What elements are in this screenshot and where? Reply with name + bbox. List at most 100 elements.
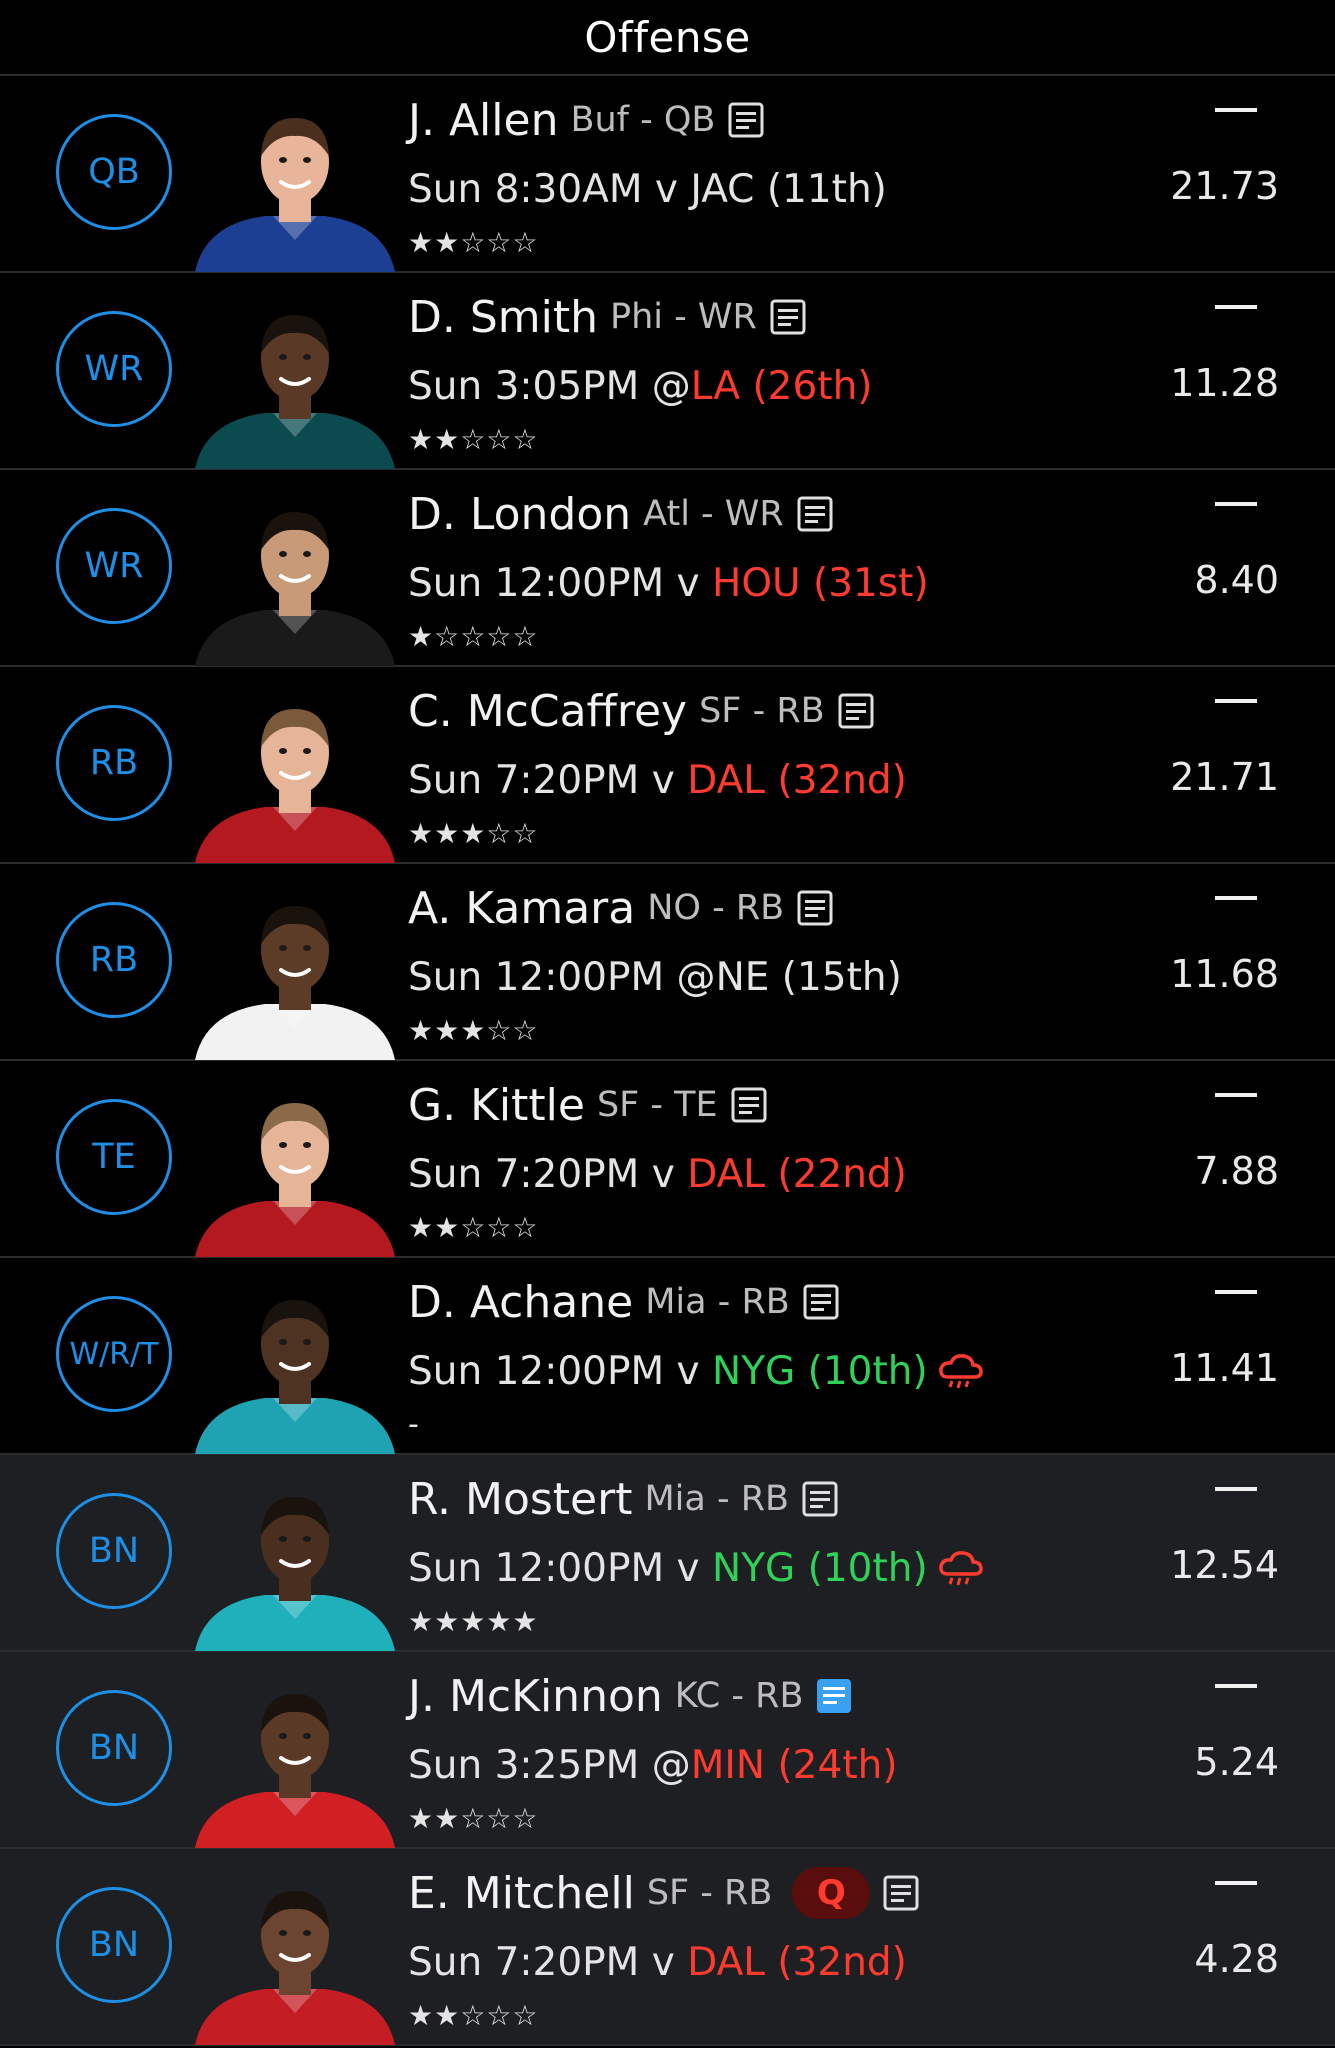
note-icon[interactable]	[769, 298, 807, 336]
player-team-position: KC - RB	[674, 1676, 804, 1716]
position-slot-button[interactable]: BN	[56, 1887, 172, 2003]
opponent-rank: LA (26th)	[690, 363, 873, 409]
player-team-position: Mia - RB	[645, 1282, 790, 1322]
player-row[interactable]: RB C. McCaffrey SF - RB Sun 7:20PM v DAL (3…	[0, 667, 1335, 864]
player-name[interactable]: R. Mostert	[408, 1474, 632, 1525]
player-name-line: G. Kittle SF - TE	[408, 1075, 768, 1135]
note-icon[interactable]	[815, 1677, 853, 1715]
game-separator: v	[639, 757, 688, 803]
projected-points: 11.68	[1170, 952, 1279, 996]
player-photo[interactable]	[195, 900, 395, 1060]
game-info: Sun 7:20PM v DAL (32nd)	[408, 1934, 907, 1990]
game-info: Sun 3:05PM @ LA (26th)	[408, 358, 873, 414]
player-row[interactable]: WR D. London Atl - WR Sun 12:00PM v HOU (31…	[0, 470, 1335, 667]
player-team-position: SF - TE	[596, 1085, 718, 1125]
game-time: Sun 12:00PM	[408, 560, 665, 606]
player-row[interactable]: RB A. Kamara NO - RB Sun 12:00PM @ NE (15th)…	[0, 864, 1335, 1061]
position-slot-button[interactable]: BN	[56, 1493, 172, 1609]
player-photo[interactable]	[195, 1885, 395, 2045]
opponent-rank: MIN (24th)	[690, 1742, 898, 1788]
player-photo[interactable]	[195, 1491, 395, 1651]
game-separator: v	[639, 1151, 688, 1197]
actual-points-dash	[1215, 1487, 1257, 1491]
note-icon[interactable]	[730, 1086, 768, 1124]
player-row[interactable]: WR D. Smith Phi - WR Sun 3:05PM @ LA (26th) ★…	[0, 273, 1335, 470]
position-slot-button[interactable]: WR	[56, 508, 172, 624]
player-team-position: SF - RB	[699, 691, 825, 731]
player-name[interactable]: G. Kittle	[408, 1080, 585, 1131]
position-slot-button[interactable]: W/R/T	[56, 1296, 172, 1412]
note-icon[interactable]	[801, 1480, 839, 1518]
game-separator: v	[664, 1348, 713, 1394]
actual-points-dash	[1215, 502, 1257, 506]
player-name[interactable]: J. Allen	[408, 95, 558, 146]
player-photo[interactable]	[195, 703, 395, 863]
player-team-position: SF - RB	[646, 1873, 773, 1913]
player-name-line: A. Kamara NO - RB	[408, 878, 834, 938]
injury-status-badge[interactable]: Q	[792, 1867, 871, 1919]
position-slot-button[interactable]: RB	[56, 902, 172, 1018]
player-row[interactable]: W/R/T D. Achane Mia - RB Sun 12:00PM v NYG …	[0, 1258, 1335, 1455]
game-time: Sun 3:25PM	[408, 1742, 640, 1788]
player-row[interactable]: TE G. Kittle SF - TE Sun 7:20PM v DAL (22nd…	[0, 1061, 1335, 1258]
note-icon[interactable]	[837, 692, 875, 730]
rating-row: -	[408, 1407, 420, 1442]
player-photo[interactable]	[195, 1294, 395, 1454]
game-separator: v	[642, 166, 691, 212]
position-slot-button[interactable]: RB	[56, 705, 172, 821]
player-name[interactable]: D. London	[408, 489, 631, 540]
actual-points-dash	[1215, 305, 1257, 309]
offense-header: Offense	[0, 0, 1335, 76]
player-row[interactable]: BN E. Mitchell SF - RB Q Sun 7:20PM v DAL (3…	[0, 1849, 1335, 2046]
player-photo[interactable]	[195, 1688, 395, 1848]
game-time: Sun 3:05PM	[408, 363, 640, 409]
projected-points: 11.28	[1170, 361, 1279, 405]
game-time: Sun 7:20PM	[408, 1151, 640, 1197]
roster-list: QB J. Allen Buf - QB Sun 8:30AM v JAC (11th…	[0, 76, 1335, 2046]
projected-points: 12.54	[1170, 1543, 1279, 1587]
player-name[interactable]: C. McCaffrey	[408, 686, 687, 737]
star-rating: ★☆☆☆☆	[408, 619, 539, 653]
position-slot-button[interactable]: WR	[56, 311, 172, 427]
player-name[interactable]: D. Smith	[408, 292, 598, 343]
note-icon[interactable]	[882, 1874, 920, 1912]
player-photo[interactable]	[195, 1097, 395, 1257]
player-row[interactable]: QB J. Allen Buf - QB Sun 8:30AM v JAC (11th…	[0, 76, 1335, 273]
player-name[interactable]: E. Mitchell	[408, 1868, 635, 1919]
star-rating: ★★☆☆☆	[408, 1801, 539, 1835]
player-photo[interactable]	[195, 309, 395, 469]
section-title: Offense	[584, 12, 751, 62]
game-info: Sun 12:00PM v NYG (10th)	[408, 1540, 984, 1596]
player-name-line: C. McCaffrey SF - RB	[408, 681, 875, 741]
game-time: Sun 12:00PM	[408, 1348, 665, 1394]
rating-row: ★★☆☆☆	[408, 226, 539, 259]
position-slot-button[interactable]: TE	[56, 1099, 172, 1215]
star-rating: ★★★★★	[408, 1604, 539, 1638]
opponent-rank: NYG (10th)	[712, 1545, 928, 1591]
player-name[interactable]: J. McKinnon	[408, 1671, 663, 1722]
star-rating: ★★☆☆☆	[408, 1210, 539, 1244]
position-slot-button[interactable]: QB	[56, 114, 172, 230]
rating-row: ★★☆☆☆	[408, 1801, 539, 1835]
game-separator: @	[664, 954, 716, 1000]
note-icon[interactable]	[796, 495, 834, 533]
actual-points-dash	[1215, 108, 1257, 112]
player-row[interactable]: BN R. Mostert Mia - RB Sun 12:00PM v NYG (1…	[0, 1455, 1335, 1652]
player-name-line: D. Achane Mia - RB	[408, 1272, 840, 1332]
note-icon[interactable]	[727, 101, 765, 139]
player-name[interactable]: A. Kamara	[408, 883, 635, 934]
projected-points: 11.41	[1170, 1346, 1279, 1390]
note-icon[interactable]	[802, 1283, 840, 1321]
player-photo[interactable]	[195, 112, 395, 272]
note-icon[interactable]	[796, 889, 834, 927]
game-time: Sun 12:00PM	[408, 954, 665, 1000]
player-name[interactable]: D. Achane	[408, 1277, 633, 1328]
player-team-position: Buf - QB	[570, 100, 716, 140]
player-photo[interactable]	[195, 506, 395, 666]
game-info: Sun 12:00PM @ NE (15th)	[408, 949, 902, 1005]
opponent-rank: HOU (31st)	[712, 560, 929, 606]
player-team-position: Mia - RB	[644, 1479, 790, 1519]
position-slot-button[interactable]: BN	[56, 1690, 172, 1806]
star-rating: ★★☆☆☆	[408, 1998, 539, 2032]
player-row[interactable]: BN J. McKinnon KC - RB Sun 3:25PM @ MIN (24t…	[0, 1652, 1335, 1849]
